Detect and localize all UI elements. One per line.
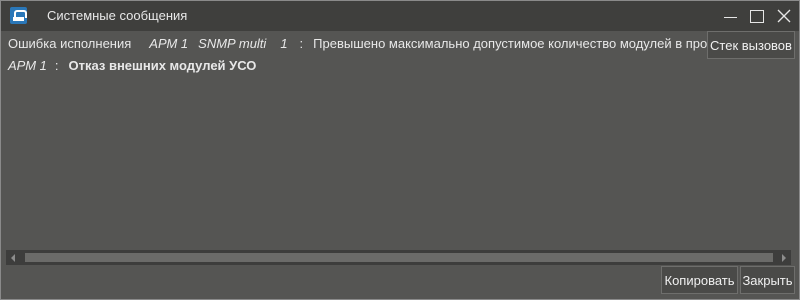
close-button[interactable]: Закрыть <box>740 266 795 294</box>
message-separator: : <box>299 36 304 51</box>
call-stack-button[interactable]: Стек вызовов <box>707 31 795 59</box>
message-source: SNMP multi <box>198 36 267 51</box>
copy-button[interactable]: Копировать <box>661 266 738 294</box>
scroll-left-icon[interactable] <box>6 250 21 265</box>
message-arm: АРМ 1 <box>8 58 47 73</box>
window-title: Системные сообщения <box>47 8 188 23</box>
scrollbar-thumb[interactable] <box>25 253 773 262</box>
messages-area: Ошибка исполнения АРМ 1 SNMP multi 1: Превыш… <box>2 31 798 249</box>
message-text: Отказ внешних модулей УСО <box>68 58 257 73</box>
message-separator: : <box>54 58 59 73</box>
maximize-icon[interactable] <box>744 1 770 31</box>
message-text: Превышено максимально допустимое количес… <box>313 36 748 51</box>
close-icon[interactable] <box>771 1 797 31</box>
message-number: 1 <box>280 36 288 51</box>
message-row[interactable]: АРМ 1: Отказ внешних модулей УСО <box>8 58 256 73</box>
horizontal-scrollbar[interactable] <box>6 250 791 265</box>
message-category: Ошибка исполнения <box>8 36 132 51</box>
message-arm: АРМ 1 <box>149 36 189 51</box>
scroll-right-icon[interactable] <box>776 250 791 265</box>
title-bar[interactable]: Системные сообщения <box>1 1 799 31</box>
minimize-icon[interactable] <box>717 1 743 31</box>
message-row[interactable]: Ошибка исполнения АРМ 1 SNMP multi 1: Превыш… <box>8 36 748 51</box>
app-logo-icon <box>10 7 27 24</box>
system-messages-window: Системные сообщения Ошибка исполнения АРМ… <box>0 0 800 300</box>
